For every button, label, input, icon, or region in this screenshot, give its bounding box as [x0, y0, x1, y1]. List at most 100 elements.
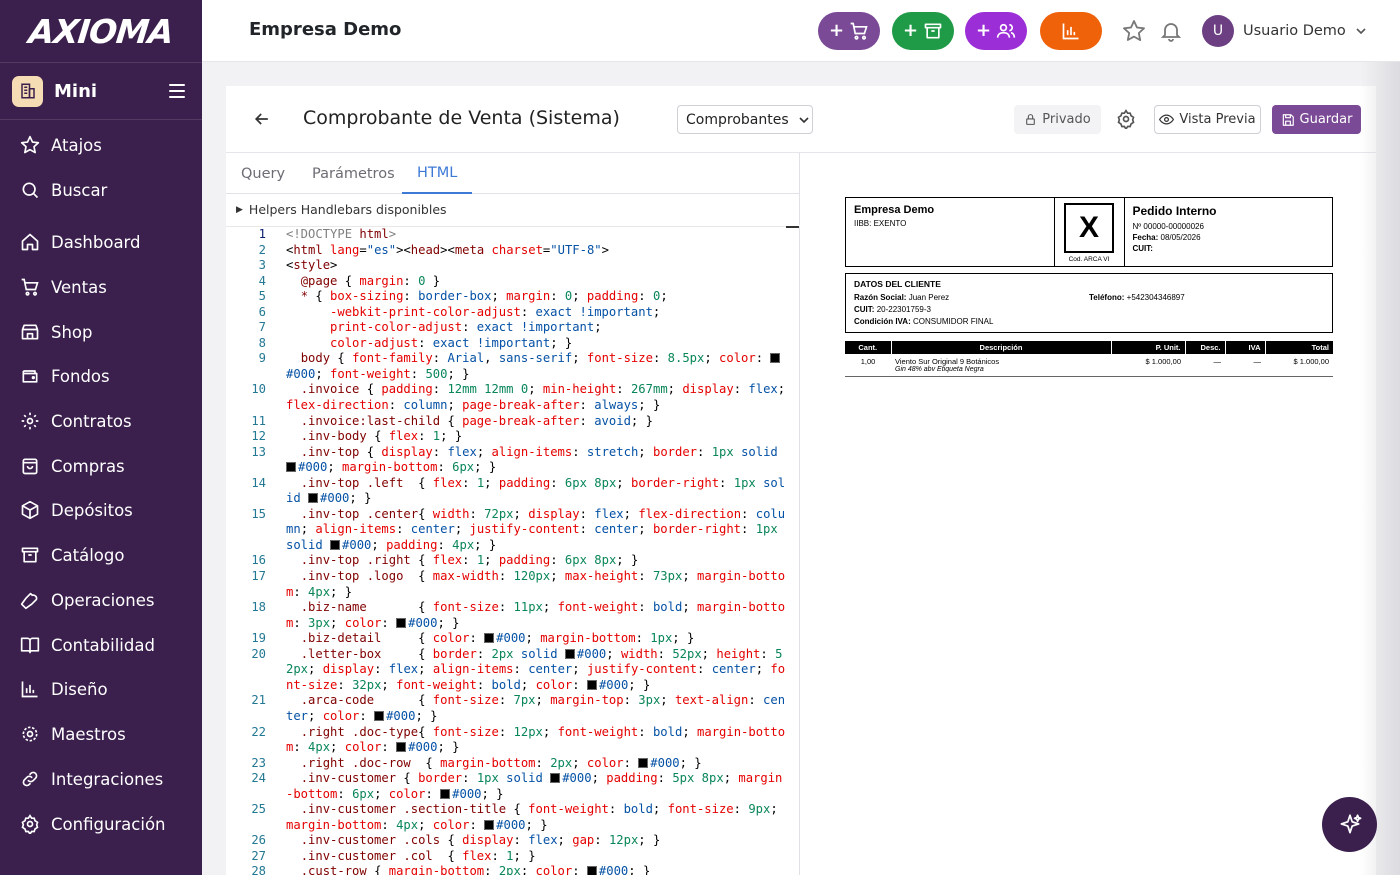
arca-code: Cod. ARCA VI: [1068, 256, 1110, 263]
sidebar-item-label: Contabilidad: [51, 635, 155, 655]
sidebar-item-diseno[interactable]: Diseño: [0, 669, 202, 709]
users-icon: [996, 23, 1016, 38]
sidebar-item-operaciones[interactable]: Operaciones: [0, 580, 202, 620]
invoice-header: Empresa Demo IIBB: EXENTO X Cod. ARCA VI…: [845, 197, 1333, 267]
line-number: 24: [251, 771, 266, 786]
sidebar-divider: [0, 119, 202, 120]
razon-value: Juan Perez: [908, 293, 950, 302]
store-icon: [21, 324, 39, 340]
new-customer-button[interactable]: +: [965, 12, 1027, 50]
editor-scrollbar[interactable]: [786, 226, 799, 228]
tab-query[interactable]: Query: [226, 153, 300, 194]
doc-number: Nº 00000-00000026: [1132, 222, 1204, 231]
customer-iva: Condición IVA: CONSUMIDOR FINAL: [854, 317, 1089, 326]
code-line: 15 .inv-top .center{ width: 72px; displa…: [226, 507, 799, 554]
sidebar-item-label: Contratos: [51, 411, 132, 431]
private-label: Privado: [1042, 112, 1091, 127]
reports-button[interactable]: [1040, 12, 1102, 50]
workspace-label: Mini: [54, 80, 98, 102]
code-text: .invoice { padding: 12mm 12mm 0; min-hei…: [286, 382, 793, 413]
line-number: 5: [258, 289, 266, 304]
preview-label: Vista Previa: [1179, 112, 1256, 127]
save-button[interactable]: Guardar: [1272, 105, 1361, 134]
sidebar-item-ventas[interactable]: Ventas: [0, 267, 202, 307]
items-header-row: Cant. Descripción P. Unit. Desc. IVA Tot…: [845, 341, 1333, 354]
tab-parametros[interactable]: Parámetros: [297, 153, 410, 194]
customer-col-right: Teléfono: +542304346897: [1089, 293, 1324, 329]
save-icon: [1282, 113, 1294, 126]
sidebar-item-label: Operaciones: [51, 590, 155, 610]
code-line: 26 .inv-customer .cols { display: flex; …: [226, 833, 799, 849]
gear-icon: [21, 412, 39, 430]
code-line: 19 .biz-detail { color: #000; margin-bot…: [226, 631, 799, 647]
line-number: 10: [251, 382, 266, 397]
back-arrow-icon[interactable]: [252, 109, 272, 129]
logo-text: AXIOMA: [27, 11, 175, 51]
col-header: P. Unit.: [1111, 341, 1186, 354]
cuit-label: CUIT:: [1132, 244, 1153, 253]
line-number: 14: [251, 475, 266, 490]
code-text: <style>: [286, 258, 338, 273]
sidebar-item-catalogo[interactable]: Catálogo: [0, 535, 202, 575]
helpers-toggle[interactable]: ▶ Helpers Handlebars disponibles: [226, 194, 800, 225]
hamburger-menu-icon[interactable]: [169, 84, 185, 98]
code-line: 23 .right .doc-row { margin-bottom: 2px;…: [226, 756, 799, 772]
customer-phone: Teléfono: +542304346897: [1089, 293, 1324, 302]
caret-right-icon: ▶: [236, 204, 243, 215]
settings-icon: [21, 814, 39, 834]
item-qty: 1,00: [845, 354, 891, 377]
archive-icon: [924, 23, 942, 39]
sidebar-item-contratos[interactable]: Contratos: [0, 401, 202, 441]
search-icon: [22, 182, 39, 199]
user-menu[interactable]: U Usuario Demo: [1202, 15, 1367, 47]
doc-date: Fecha: 08/05/2026: [1133, 233, 1325, 242]
sidebar-item-configuracion[interactable]: Configuración: [0, 804, 202, 844]
brand-logo[interactable]: AXIOMA: [0, 0, 202, 62]
code-text: .inv-customer .section-title { font-weig…: [286, 802, 786, 832]
sidebar-item-contabilidad[interactable]: Contabilidad: [0, 625, 202, 665]
sidebar-item-shop[interactable]: Shop: [0, 312, 202, 352]
sidebar-item-depositos[interactable]: Depósitos: [0, 490, 202, 530]
col-header: Descripción: [891, 341, 1112, 354]
line-number: 1: [258, 227, 266, 241]
doc-cuit: CUIT:: [1133, 244, 1325, 253]
sidebar-item-label: Fondos: [51, 366, 110, 386]
bag-icon: [22, 458, 38, 475]
sidebar-item-atajos[interactable]: Atajos: [0, 125, 202, 165]
star-icon[interactable]: [1122, 19, 1146, 43]
sidebar-item-compras[interactable]: Compras: [0, 446, 202, 486]
helpers-label: Helpers Handlebars disponibles: [248, 202, 447, 217]
line-number: 2: [258, 242, 266, 257]
private-button[interactable]: Privado: [1014, 105, 1101, 134]
code-editor[interactable]: 1 <!DOCTYPE html> 2 <html lang="es"><head><…: [226, 226, 800, 875]
sidebar-item-maestros[interactable]: Maestros: [0, 714, 202, 754]
category-select[interactable]: Comprobantes: [677, 105, 813, 134]
sidebar-item-dashboard[interactable]: Dashboard: [0, 222, 202, 262]
code-line: 20 .letter-box { border: 2px solid #000;…: [226, 647, 799, 694]
items-table: Cant. Descripción P. Unit. Desc. IVA Tot…: [845, 341, 1333, 377]
chevron-down-icon: [799, 116, 809, 123]
code-line: 14 .inv-top .left { flex: 1; padding: 6p…: [226, 476, 799, 507]
new-sale-button[interactable]: +: [818, 12, 880, 50]
tel-value: +542304346897: [1126, 293, 1185, 302]
sidebar-item-label: Atajos: [51, 135, 102, 155]
sidebar-item-fondos[interactable]: Fondos: [0, 356, 202, 396]
code-text: .inv-top .logo { max-width: 120px; max-h…: [286, 569, 786, 599]
line-number: 20: [251, 646, 266, 661]
cog-icon: [22, 726, 38, 742]
tab-html[interactable]: HTML: [402, 153, 473, 194]
code-text: .right .doc-row { margin-bottom: 2px; co…: [300, 755, 702, 770]
sidebar-item-label: Ventas: [51, 277, 107, 297]
code-text: .letter-box { border: 2px solid #000; wi…: [286, 646, 786, 692]
sidebar-item-integraciones[interactable]: Integraciones: [0, 759, 202, 799]
code-text: .inv-customer { border: 1px solid #000; …: [286, 771, 783, 801]
sidebar-item-buscar[interactable]: Buscar: [0, 170, 202, 210]
bell-icon[interactable]: [1159, 19, 1183, 43]
new-product-button[interactable]: +: [892, 12, 954, 50]
settings-icon[interactable]: [1116, 109, 1136, 129]
code-line: 28 .cust-row { margin-bottom: 2px; color…: [226, 864, 799, 875]
line-number: 17: [251, 569, 266, 584]
preview-button[interactable]: Vista Previa: [1154, 105, 1261, 134]
ai-assistant-button[interactable]: [1322, 797, 1377, 852]
invoice-customer: DATOS DEL CLIENTE Razón Social: Juan Per…: [845, 273, 1333, 333]
